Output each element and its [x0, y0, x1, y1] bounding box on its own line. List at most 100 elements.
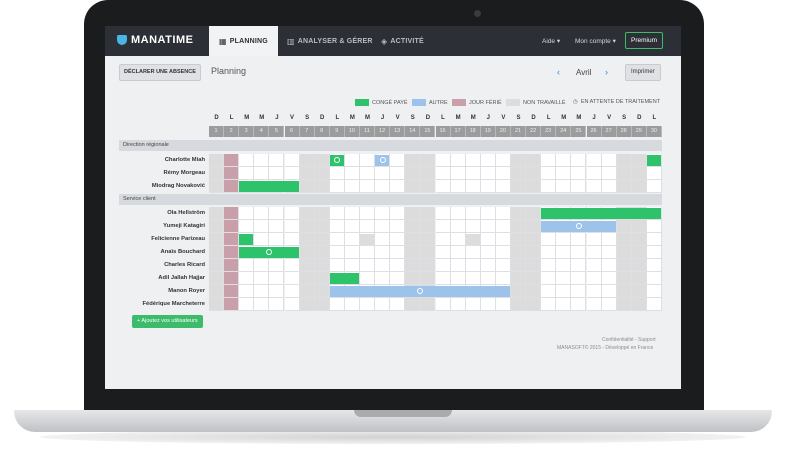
day-cell[interactable]	[435, 167, 451, 180]
day-cell[interactable]	[375, 259, 391, 272]
day-cell[interactable]	[571, 298, 587, 311]
day-cell[interactable]	[480, 154, 496, 167]
day-cell[interactable]	[526, 207, 542, 220]
day-cell[interactable]	[571, 233, 587, 246]
day-cell[interactable]	[224, 272, 240, 285]
day-cell[interactable]	[616, 180, 632, 193]
day-cell[interactable]	[224, 246, 240, 259]
day-cell[interactable]	[511, 220, 526, 233]
day-cell[interactable]	[541, 167, 557, 180]
day-cell[interactable]	[450, 298, 466, 311]
absence-bar[interactable]	[375, 155, 390, 166]
day-cell[interactable]	[541, 154, 557, 167]
day-cell[interactable]	[526, 220, 542, 233]
day-cell[interactable]	[631, 154, 647, 167]
day-cell[interactable]	[360, 298, 375, 311]
day-cell[interactable]	[375, 180, 391, 193]
day-cell[interactable]	[631, 259, 647, 272]
day-cell[interactable]	[616, 154, 632, 167]
day-cell[interactable]	[239, 285, 255, 298]
day-cell[interactable]	[465, 180, 481, 193]
employee-name[interactable]: Felicienne Parizeau	[115, 236, 205, 242]
day-cell[interactable]	[450, 154, 466, 167]
day-cell[interactable]	[209, 246, 224, 259]
day-cell[interactable]	[299, 207, 315, 220]
day-cell[interactable]	[526, 180, 542, 193]
day-cell[interactable]	[209, 233, 224, 246]
day-cell[interactable]	[420, 233, 436, 246]
add-users-button[interactable]: + Ajoutez vos utilisateurs	[132, 315, 203, 328]
day-cell[interactable]	[586, 167, 602, 180]
day-cell[interactable]	[616, 285, 632, 298]
day-cell[interactable]	[616, 167, 632, 180]
day-cell[interactable]	[360, 220, 375, 233]
day-cell[interactable]	[526, 298, 542, 311]
day-cell[interactable]	[239, 207, 255, 220]
day-cell[interactable]	[465, 154, 481, 167]
day-cell[interactable]	[435, 233, 451, 246]
day-cell[interactable]	[390, 246, 406, 259]
day-cell[interactable]	[586, 298, 602, 311]
day-cell[interactable]	[480, 259, 496, 272]
day-cell[interactable]	[601, 285, 617, 298]
day-cell[interactable]	[586, 285, 602, 298]
day-cell[interactable]	[631, 220, 647, 233]
day-cell[interactable]	[390, 259, 406, 272]
day-cell[interactable]	[390, 220, 406, 233]
day-cell[interactable]	[239, 298, 255, 311]
day-cell[interactable]	[601, 154, 617, 167]
day-cell[interactable]	[224, 233, 240, 246]
day-cell[interactable]	[284, 298, 300, 311]
day-cell[interactable]	[239, 154, 255, 167]
absence-bar[interactable]	[239, 234, 254, 245]
next-month-icon[interactable]: ›	[605, 67, 608, 77]
day-cell[interactable]	[646, 233, 662, 246]
day-cell[interactable]	[299, 167, 315, 180]
day-cell[interactable]	[480, 246, 496, 259]
day-cell[interactable]	[224, 167, 240, 180]
day-cell[interactable]	[254, 167, 270, 180]
day-cell[interactable]	[209, 272, 224, 285]
day-cell[interactable]	[541, 259, 557, 272]
day-cell[interactable]	[586, 259, 602, 272]
day-cell[interactable]	[299, 220, 315, 233]
day-cell[interactable]	[601, 298, 617, 311]
day-cell[interactable]	[375, 207, 391, 220]
day-cell[interactable]	[390, 154, 406, 167]
day-cell[interactable]	[571, 246, 587, 259]
print-button[interactable]: Imprimer	[625, 64, 661, 81]
day-cell[interactable]	[329, 246, 345, 259]
day-cell[interactable]	[556, 233, 572, 246]
day-cell[interactable]	[435, 272, 451, 285]
day-cell[interactable]	[299, 246, 315, 259]
day-cell[interactable]	[495, 180, 511, 193]
day-cell[interactable]	[526, 272, 542, 285]
day-cell[interactable]	[601, 259, 617, 272]
day-cell[interactable]	[360, 259, 375, 272]
day-cell[interactable]	[239, 220, 255, 233]
day-cell[interactable]	[405, 246, 421, 259]
day-cell[interactable]	[495, 272, 511, 285]
day-cell[interactable]	[586, 272, 602, 285]
day-cell[interactable]	[254, 233, 270, 246]
employee-name[interactable]: Anaïs Bouchard	[115, 249, 205, 255]
day-cell[interactable]	[254, 154, 270, 167]
day-cell[interactable]	[269, 167, 285, 180]
day-cell[interactable]	[239, 272, 255, 285]
day-cell[interactable]	[329, 180, 345, 193]
day-cell[interactable]	[601, 180, 617, 193]
day-cell[interactable]	[314, 259, 330, 272]
day-cell[interactable]	[224, 207, 240, 220]
day-cell[interactable]	[344, 298, 360, 311]
day-cell[interactable]	[344, 246, 360, 259]
day-cell[interactable]	[405, 272, 421, 285]
day-cell[interactable]	[299, 272, 315, 285]
day-cell[interactable]	[465, 272, 481, 285]
day-cell[interactable]	[375, 272, 391, 285]
day-cell[interactable]	[284, 154, 300, 167]
day-cell[interactable]	[269, 285, 285, 298]
day-cell[interactable]	[254, 272, 270, 285]
day-cell[interactable]	[586, 246, 602, 259]
day-cell[interactable]	[360, 246, 375, 259]
day-cell[interactable]	[209, 154, 224, 167]
